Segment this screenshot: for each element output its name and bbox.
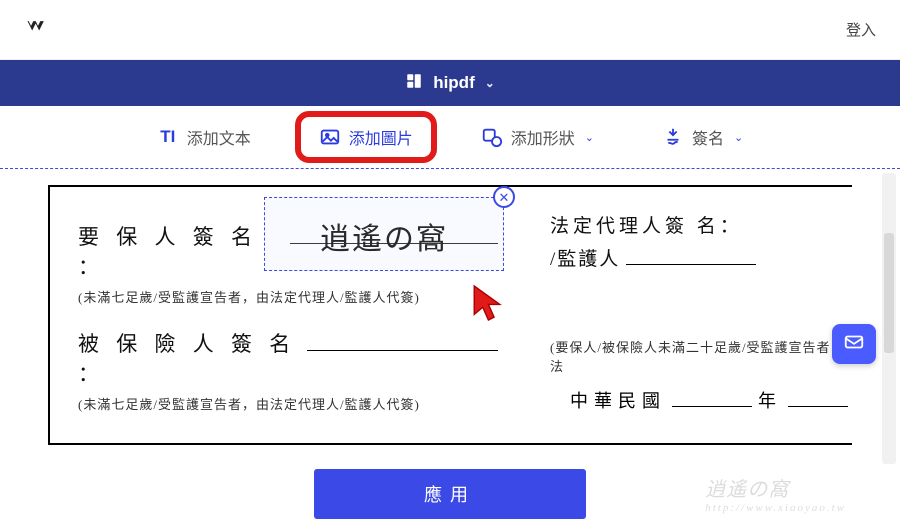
signature-line [307, 330, 498, 351]
mail-icon [843, 331, 865, 358]
add-text-button[interactable]: TI 添加文本 [145, 119, 263, 155]
add-image-button[interactable]: 添加圖片 [307, 119, 425, 155]
shape-icon [481, 126, 503, 148]
editor-canvas[interactable]: 要 保 人 簽 名 ： (未滿七足歲/受監護宣告者，由法定代理人/監護人代簽) … [0, 168, 900, 468]
date-blank [788, 389, 848, 407]
app-header: 登入 [0, 0, 900, 60]
chevron-down-icon: ⌄ [485, 76, 495, 90]
field-label: /監護人 [550, 244, 620, 271]
tool-label: 添加形狀 [511, 125, 575, 149]
close-icon: ✕ [499, 191, 510, 204]
tool-label: 添加文本 [187, 125, 251, 149]
chevron-down-icon: ⌄ [734, 131, 743, 144]
hipdf-icon [405, 72, 423, 95]
tool-label: 添加圖片 [349, 125, 413, 149]
feedback-button[interactable] [832, 324, 876, 364]
signature-icon [662, 126, 684, 148]
document-page[interactable]: 要 保 人 簽 名 ： (未滿七足歲/受監護宣告者，由法定代理人/監護人代簽) … [48, 185, 852, 445]
vertical-scrollbar[interactable] [882, 173, 896, 464]
tool-label: 簽名 [692, 125, 724, 149]
field-note: (未滿七足歲/受監護宣告者，由法定代理人/監護人代簽) [78, 394, 420, 413]
chevron-down-icon: ⌄ [585, 131, 594, 144]
add-shape-button[interactable]: 添加形狀 ⌄ [469, 119, 606, 155]
editor-toolbar: TI 添加文本 添加圖片 添加形狀 ⌄ 簽名 ⌄ [0, 106, 900, 168]
field-label: 法定代理人簽 名： [550, 211, 743, 238]
footer-note: (要保人/被保險人未滿二十足歲/受監護宣告者，法 [550, 337, 852, 375]
field-label: 被 保 險 人 簽 名 ： [78, 328, 301, 388]
text-icon: TI [157, 126, 179, 148]
signature-button[interactable]: 簽名 ⌄ [650, 119, 755, 155]
login-link[interactable]: 登入 [846, 19, 876, 40]
scrollbar-thumb[interactable] [884, 233, 894, 353]
wondershare-logo [24, 13, 52, 46]
brand-bar[interactable]: hipdf ⌄ [0, 60, 900, 106]
date-row: 中華民國 年 [570, 387, 848, 413]
apply-button[interactable]: 應用 [314, 469, 586, 519]
brand-name: hipdf [433, 73, 475, 93]
bottom-bar: 應用 [0, 468, 900, 520]
field-label: 要 保 人 簽 名 ： [78, 221, 284, 281]
inserted-image-selection[interactable]: ✕ 逍遙の窩 [264, 197, 504, 271]
form-right-column: 法定代理人簽 名： /監護人 [550, 211, 870, 271]
delete-selection-button[interactable]: ✕ [493, 186, 515, 208]
signature-line [626, 246, 756, 265]
field-note: (未滿七足歲/受監護宣告者，由法定代理人/監護人代簽) [78, 287, 420, 306]
inserted-image-content: 逍遙の窩 [265, 214, 503, 258]
image-icon [319, 126, 341, 148]
date-blank [672, 389, 752, 407]
